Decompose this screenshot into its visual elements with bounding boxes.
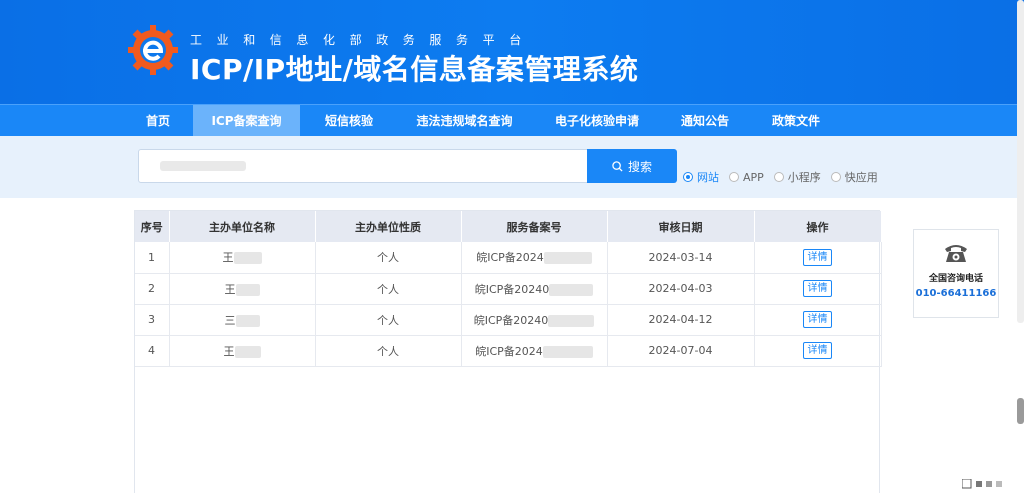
redacted-mask	[234, 345, 261, 358]
cell-name: 三	[169, 304, 316, 336]
search-button-label: 搜索	[627, 159, 652, 174]
cell-action: 详情	[754, 335, 882, 367]
scrollbar-thumb[interactable]	[1017, 398, 1024, 424]
redacted-mask	[235, 314, 260, 327]
redacted-mask	[542, 345, 593, 358]
cell-name-text: 王	[224, 282, 236, 296]
table-row: 1 王 个人 皖ICP备2024 2024-03-14 详情	[135, 242, 882, 274]
cell-name-text: 王	[222, 251, 234, 265]
cell-record: 皖ICP备2024	[461, 242, 608, 274]
hotline-box[interactable]: 全国咨询电话 010-66411166	[913, 229, 999, 318]
cell-record-text: 皖ICP备20240	[474, 282, 550, 296]
radio-quickapp[interactable]: 快应用	[830, 169, 878, 185]
logo-icon	[128, 25, 178, 75]
cell-date: 2024-04-03	[607, 273, 755, 305]
radio-miniprogram[interactable]: 小程序	[773, 169, 821, 185]
search-type-group: 网站 APP 小程序 快应用	[683, 169, 888, 185]
cell-type: 个人	[315, 273, 462, 305]
header-title: ICP/IP地址/域名信息备案管理系统	[190, 53, 639, 86]
cell-record-text: 皖ICP备2024	[475, 344, 543, 358]
cell-date: 2024-04-12	[607, 304, 755, 336]
redacted-mask	[543, 252, 592, 265]
detail-button[interactable]: 详情	[803, 342, 832, 359]
radio-label: 小程序	[787, 171, 821, 184]
radio-website[interactable]: 网站	[683, 169, 719, 185]
nav-sms-verify[interactable]: 短信核验	[312, 105, 386, 137]
radio-dot-icon	[729, 172, 739, 182]
ime-indicator	[961, 478, 1012, 492]
radio-dot-icon	[773, 172, 784, 182]
col-header-type: 主办单位性质	[315, 211, 462, 242]
table-row: 3 三 个人 皖ICP备20240 2024-04-12 详情	[135, 304, 882, 336]
col-header-date: 审核日期	[607, 211, 755, 242]
col-header-no: 序号	[135, 211, 170, 242]
search-icon	[612, 160, 623, 172]
redacted-mask	[235, 283, 260, 296]
header-subtitle: 工业和信息化部政务服务平台	[190, 33, 536, 47]
cell-record: 皖ICP备20240	[461, 273, 608, 305]
cell-record-text: 皖ICP备20240	[473, 313, 549, 327]
redacted-mask	[548, 314, 595, 327]
col-header-action: 操作	[754, 211, 882, 242]
detail-button[interactable]: 详情	[803, 280, 832, 297]
cell-name: 王	[169, 335, 316, 367]
cell-date: 2024-07-04	[607, 335, 755, 367]
search-section: 搜索 网站 APP 小程序 快应用	[0, 136, 1024, 198]
redacted-mask	[233, 252, 262, 265]
search-input-redacted	[160, 161, 246, 171]
radio-label: 网站	[697, 171, 719, 184]
cell-name: 王	[169, 273, 316, 305]
cell-record: 皖ICP备2024	[461, 335, 608, 367]
cell-no: 4	[135, 335, 170, 367]
cell-no: 3	[135, 304, 170, 336]
nav-illegal-domain[interactable]: 违法违规域名查询	[404, 105, 525, 137]
cell-name-text: 王	[223, 344, 235, 358]
cell-date: 2024-03-14	[607, 242, 755, 274]
redacted-mask	[549, 283, 594, 296]
detail-button[interactable]: 详情	[803, 311, 832, 328]
cell-action: 详情	[754, 273, 882, 305]
cell-type: 个人	[315, 335, 462, 367]
cell-record: 皖ICP备20240	[461, 304, 608, 336]
cell-type: 个人	[315, 304, 462, 336]
search-button[interactable]: 搜索	[587, 149, 677, 183]
telephone-icon	[914, 242, 998, 268]
nav-notices[interactable]: 通知公告	[668, 105, 742, 137]
col-header-record: 服务备案号	[461, 211, 608, 242]
nav-e-verify[interactable]: 电子化核验申请	[543, 105, 651, 137]
radio-label: APP	[743, 170, 764, 184]
table-header-row: 序号 主办单位名称 主办单位性质 服务备案号 审核日期 操作	[135, 211, 882, 242]
cell-action: 详情	[754, 242, 882, 274]
scrollbar-track[interactable]	[1017, 0, 1024, 323]
cell-no: 1	[135, 242, 170, 274]
radio-dot-icon	[830, 172, 841, 182]
radio-app[interactable]: APP	[729, 171, 764, 184]
radio-dot-icon	[683, 172, 693, 182]
results-table-container: 序号 主办单位名称 主办单位性质 服务备案号 审核日期 操作 1 王 个人 皖I…	[134, 210, 882, 493]
col-header-name: 主办单位名称	[169, 211, 316, 242]
cell-name-text: 三	[224, 313, 236, 327]
cell-record-text: 皖ICP备2024	[476, 251, 544, 265]
detail-button[interactable]: 详情	[803, 248, 832, 266]
cell-no: 2	[135, 273, 170, 305]
results-table: 序号 主办单位名称 主办单位性质 服务备案号 审核日期 操作 1 王 个人 皖I…	[135, 211, 882, 367]
nav-icp-query[interactable]: ICP备案查询	[193, 105, 300, 137]
hotline-number: 010-66411166	[915, 288, 997, 299]
main-nav: 首页 ICP备案查询 短信核验 违法违规域名查询 电子化核验申请 通知公告 政策…	[0, 104, 1024, 137]
nav-policies[interactable]: 政策文件	[759, 105, 833, 137]
cell-name: 王	[169, 242, 316, 274]
nav-home[interactable]: 首页	[132, 105, 184, 137]
site-header: 工业和信息化部政务服务平台 ICP/IP地址/域名信息备案管理系统	[0, 0, 1024, 104]
hotline-label: 全国咨询电话	[928, 274, 983, 284]
radio-label: 快应用	[844, 171, 878, 184]
table-row: 2 王 个人 皖ICP备20240 2024-04-03 详情	[135, 273, 882, 305]
cell-action: 详情	[754, 304, 882, 336]
cell-type: 个人	[315, 242, 462, 274]
table-row: 4 王 个人 皖ICP备2024 2024-07-04 详情	[135, 335, 882, 367]
